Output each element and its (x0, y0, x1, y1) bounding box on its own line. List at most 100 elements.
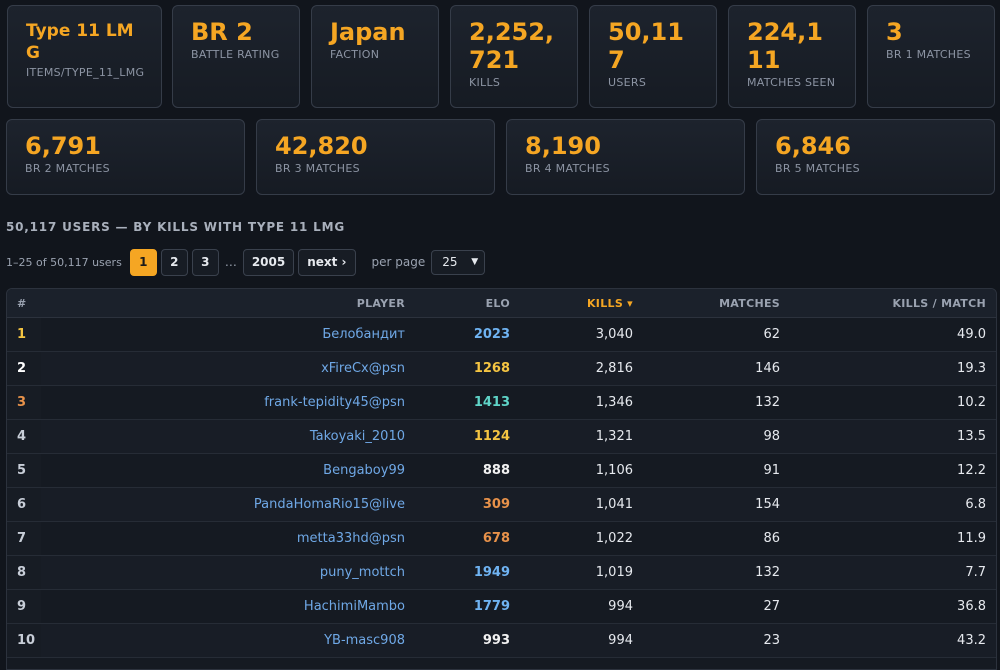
kills-per-match-cell: 43.2 (790, 623, 996, 658)
elo-cell: 2023 (415, 317, 520, 352)
page-button-last[interactable]: 2005 (242, 248, 295, 276)
stat-label: KILLS (469, 76, 501, 89)
stat-card-br1-matches: 3 BR 1 MATCHES (867, 5, 995, 108)
stat-card-item: Type 11 LMG ITEMS/TYPE_11_LMG (7, 5, 162, 108)
stat-label: BR 1 MATCHES (886, 48, 971, 61)
elo-cell: 678 (415, 521, 520, 556)
kills-per-match-cell: 11.9 (790, 521, 996, 556)
matches-cell: 27 (643, 589, 790, 624)
column-header-rank[interactable]: # (7, 289, 41, 318)
rank-cell: 7 (7, 521, 41, 556)
column-header-kills-per-match[interactable]: KILLS / MATCH (790, 289, 996, 318)
stat-card-br4-matches: 8,190 BR 4 MATCHES (506, 119, 745, 195)
per-page-label: per page (371, 255, 426, 269)
kills-per-match-cell: 6.8 (790, 487, 996, 522)
column-header-kills[interactable]: KILLS ▾ (520, 289, 643, 318)
matches-cell: 132 (643, 555, 790, 590)
stat-label: FACTION (330, 48, 380, 61)
per-page-value: 25 (442, 255, 458, 269)
stat-card-br2-matches: 6,791 BR 2 MATCHES (6, 119, 245, 195)
rank-cell: 6 (7, 487, 41, 522)
column-header-elo[interactable]: ELO (415, 289, 520, 318)
kills-cell: 1,346 (520, 385, 643, 420)
kills-cell: 1,321 (520, 419, 643, 454)
kills-cell: 3,040 (520, 317, 643, 352)
elo-cell: 309 (415, 487, 520, 522)
kills-cell: 2,816 (520, 351, 643, 386)
player-link[interactable]: frank-tepidity45@psn (41, 385, 415, 420)
stat-label: USERS (608, 76, 647, 89)
stat-value: 42,820 (275, 132, 368, 160)
rank-cell: 5 (7, 453, 41, 488)
rank-cell: 3 (7, 385, 41, 420)
stat-card-kills: 2,252,721 KILLS (450, 5, 578, 108)
page-button-3[interactable]: 3 (191, 248, 219, 276)
stat-card-matches-seen: 224,111 MATCHES SEEN (728, 5, 856, 108)
page-button-2[interactable]: 2 (160, 248, 188, 276)
rank-cell: 10 (7, 623, 41, 658)
table-row: 4 Takoyaki_2010 1124 1,321 98 13.5 (7, 419, 996, 454)
kills-cell: 994 (520, 589, 643, 624)
rank-cell: 1 (7, 317, 41, 352)
elo-cell: 1124 (415, 419, 520, 454)
elo-cell: 1779 (415, 589, 520, 624)
player-link[interactable]: puny_mottch (41, 555, 415, 590)
kills-cell: 1,041 (520, 487, 643, 522)
player-link[interactable]: Bengaboy99 (41, 453, 415, 488)
per-page-select[interactable]: 25 ▼ (431, 249, 486, 275)
stat-card-battle-rating: BR 2 BATTLE RATING (172, 5, 300, 108)
stat-label: BR 4 MATCHES (525, 162, 610, 175)
matches-cell: 146 (643, 351, 790, 386)
stat-card-users: 50,117 USERS (589, 5, 717, 108)
player-link[interactable]: HachimiMambo (41, 589, 415, 624)
matches-cell: 98 (643, 419, 790, 454)
pagination: 1–25 of 50,117 users 1 2 3 … 2005 next ›… (6, 248, 486, 276)
elo-cell: 1413 (415, 385, 520, 420)
stat-value: 2,252,721 (469, 18, 555, 74)
results-range: 1–25 of 50,117 users (6, 255, 122, 269)
kills-per-match-cell: 12.2 (790, 453, 996, 488)
section-title: 50,117 USERS — BY KILLS WITH TYPE 11 LMG (6, 220, 346, 234)
page-button-1[interactable]: 1 (129, 248, 157, 276)
stat-value: 3 (886, 18, 903, 46)
stat-label: BR 2 MATCHES (25, 162, 110, 175)
kills-per-match-cell: 49.0 (790, 317, 996, 352)
column-header-matches[interactable]: MATCHES (643, 289, 790, 318)
stat-value: 8,190 (525, 132, 601, 160)
chevron-down-icon: ▼ (471, 257, 479, 267)
player-link[interactable]: Белобандит (41, 317, 415, 352)
stat-card-br3-matches: 42,820 BR 3 MATCHES (256, 119, 495, 195)
table-row: 5 Bengaboy99 888 1,106 91 12.2 (7, 453, 996, 488)
kills-per-match-cell: 7.7 (790, 555, 996, 590)
table-row: 6 PandaHomaRio15@live 309 1,041 154 6.8 (7, 487, 996, 522)
elo-cell: 993 (415, 623, 520, 658)
kills-cell: 1,022 (520, 521, 643, 556)
elo-cell: 1949 (415, 555, 520, 590)
stat-value: 6,791 (25, 132, 101, 160)
player-link[interactable]: xFireCx@psn (41, 351, 415, 386)
elo-cell: 888 (415, 453, 520, 488)
table-row: 2 xFireCx@psn 1268 2,816 146 19.3 (7, 351, 996, 386)
rank-cell: 8 (7, 555, 41, 590)
stat-value: BR 2 (191, 18, 253, 46)
rank-cell: 2 (7, 351, 41, 386)
kills-cell: 1,106 (520, 453, 643, 488)
matches-cell: 91 (643, 453, 790, 488)
stat-value: Type 11 LMG (26, 21, 134, 63)
player-link[interactable]: YB-masc908 (41, 623, 415, 658)
matches-cell: 154 (643, 487, 790, 522)
rank-cell: 9 (7, 589, 41, 624)
kills-per-match-cell: 19.3 (790, 351, 996, 386)
player-link[interactable]: Takoyaki_2010 (41, 419, 415, 454)
kills-per-match-cell: 10.2 (790, 385, 996, 420)
player-link[interactable]: PandaHomaRio15@live (41, 487, 415, 522)
table-row: 1 Белобандит 2023 3,040 62 49.0 (7, 317, 996, 352)
stat-value: 6,846 (775, 132, 851, 160)
column-header-player[interactable]: PLAYER (41, 289, 415, 318)
rank-cell: 4 (7, 419, 41, 454)
next-page-button[interactable]: next › (298, 248, 356, 276)
elo-cell: 1268 (415, 351, 520, 386)
stat-card-br5-matches: 6,846 BR 5 MATCHES (756, 119, 995, 195)
player-link[interactable]: metta33hd@psn (41, 521, 415, 556)
kills-per-match-cell: 13.5 (790, 419, 996, 454)
